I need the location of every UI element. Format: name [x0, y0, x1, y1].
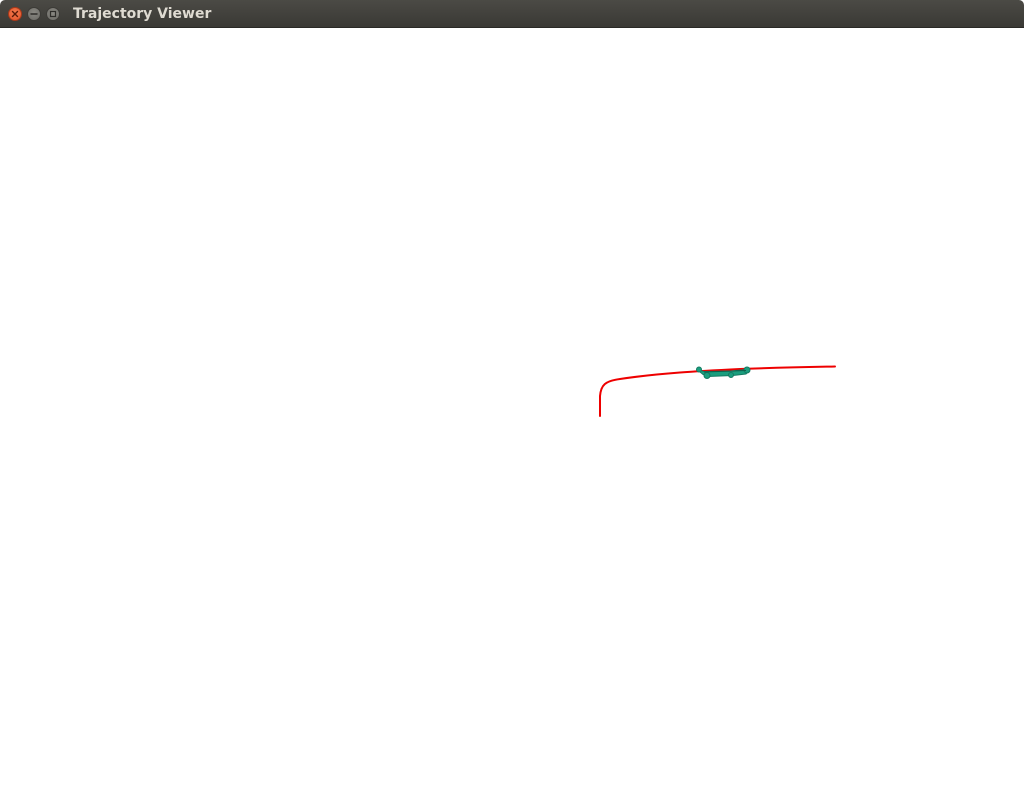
minimize-button[interactable] — [27, 7, 41, 21]
viewer-canvas[interactable] — [0, 28, 1024, 796]
maximize-icon — [49, 10, 57, 18]
window-title: Trajectory Viewer — [73, 6, 212, 22]
close-button[interactable] — [8, 7, 22, 21]
trajectory-viewer-window: Trajectory Viewer — [0, 0, 1024, 796]
maximize-button[interactable] — [46, 7, 60, 21]
title-bar[interactable]: Trajectory Viewer — [0, 0, 1024, 28]
close-icon — [11, 10, 19, 18]
viewer-scene — [599, 365, 836, 417]
minimize-icon — [30, 13, 38, 15]
